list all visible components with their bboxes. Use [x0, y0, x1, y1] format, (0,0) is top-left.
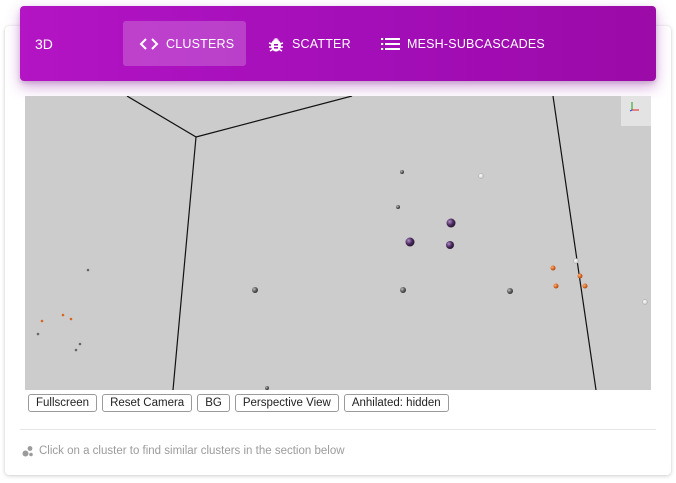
cluster-point[interactable] [507, 288, 513, 294]
cluster-point[interactable] [36, 332, 40, 336]
mesh-edge [126, 96, 197, 390]
perspective-view-button[interactable]: Perspective View [234, 394, 339, 412]
anhilated-toggle-button[interactable]: Anhilated: hidden [343, 394, 449, 412]
cluster-point[interactable] [478, 173, 484, 179]
cluster-point[interactable] [446, 218, 456, 228]
cluster-scene[interactable] [25, 96, 651, 390]
mesh-edge [552, 96, 597, 390]
cluster-point[interactable] [582, 283, 588, 289]
cluster-point[interactable] [405, 237, 415, 247]
list-icon [381, 37, 400, 51]
tab-clusters[interactable]: CLUSTERS [123, 21, 246, 66]
fullscreen-button[interactable]: Fullscreen [28, 394, 98, 412]
bug-icon [267, 35, 285, 53]
mesh-edge [195, 96, 353, 138]
cluster-point[interactable] [642, 299, 648, 305]
tab-mesh-label: MESH-SUBCASCADES [407, 36, 545, 51]
3d-viewport[interactable] [25, 96, 651, 390]
bubble-chart-icon [22, 445, 34, 457]
cluster-point[interactable] [265, 386, 269, 390]
tab-clusters-label: CLUSTERS [166, 36, 235, 51]
cluster-point[interactable] [252, 287, 258, 293]
tab-mesh-subcascades[interactable]: MESH-SUBCASCADES [365, 21, 561, 66]
cluster-point[interactable] [396, 205, 400, 209]
reset-camera-button[interactable]: Reset Camera [102, 394, 193, 412]
hint-text: Click on a cluster to find similar clust… [39, 445, 345, 457]
code-icon [139, 37, 159, 51]
cluster-point[interactable] [40, 319, 44, 323]
cluster-point[interactable] [577, 273, 583, 279]
axes-helper [621, 96, 651, 126]
hint-message: Click on a cluster to find similar clust… [22, 445, 345, 457]
brand-title: 3D [35, 36, 53, 52]
cluster-point[interactable] [550, 265, 556, 271]
axes-icon [629, 102, 639, 112]
cluster-point[interactable] [69, 317, 73, 321]
cluster-point[interactable] [573, 258, 579, 264]
cluster-point[interactable] [400, 287, 406, 293]
cluster-point[interactable] [61, 313, 65, 317]
viewer-controls: Fullscreen Reset Camera BG Perspective V… [28, 394, 449, 412]
cluster-point[interactable] [553, 283, 559, 289]
cluster-point[interactable] [74, 348, 78, 352]
tab-scatter[interactable]: SCATTER [251, 21, 367, 66]
top-navbar: 3D CLUSTERS SCATTER MESH-SUBCASCADES [20, 6, 656, 81]
bg-button[interactable]: BG [197, 394, 230, 412]
cluster-point[interactable] [400, 170, 404, 174]
cluster-point[interactable] [78, 342, 82, 346]
cluster-point[interactable] [86, 268, 90, 272]
cluster-point[interactable] [446, 241, 454, 249]
divider [20, 429, 656, 430]
tab-scatter-label: SCATTER [292, 36, 351, 51]
